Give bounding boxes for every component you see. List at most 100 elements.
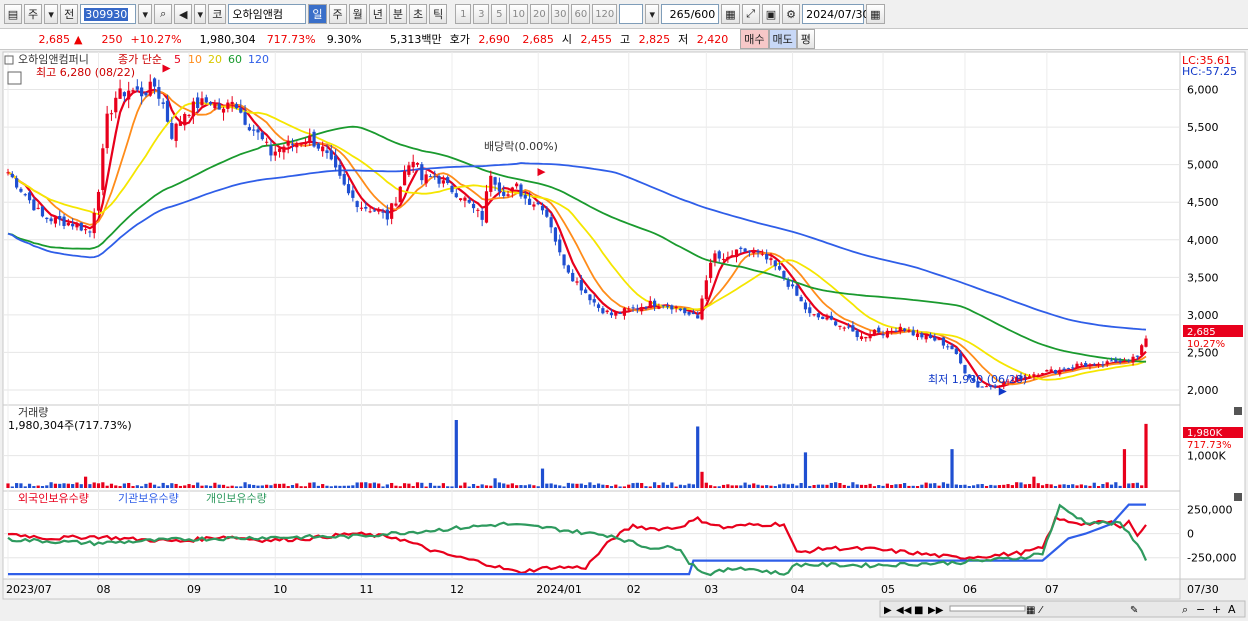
type2-select[interactable]: 전 bbox=[60, 4, 79, 24]
chart-tools-icon[interactable]: ▦ bbox=[721, 4, 740, 24]
volume-bar bbox=[618, 486, 622, 488]
candle-body bbox=[1109, 360, 1114, 362]
candle-body bbox=[321, 146, 325, 152]
max-label: 최고 6,280 (08/22) bbox=[36, 66, 135, 79]
volume-bar bbox=[752, 483, 756, 488]
minute-3-button[interactable]: 3 bbox=[473, 4, 490, 24]
volume-bar bbox=[407, 483, 411, 488]
period-week-button[interactable]: 주 bbox=[328, 4, 347, 24]
candle-body bbox=[1114, 359, 1118, 362]
custom-period-dropdown-icon[interactable]: ▾ bbox=[645, 4, 660, 24]
month-tick-label: 02 bbox=[627, 583, 641, 596]
volume-bar bbox=[928, 483, 933, 488]
candle-body bbox=[898, 326, 902, 332]
candle-body bbox=[855, 330, 859, 338]
nav-scrollbar[interactable] bbox=[949, 605, 1026, 612]
candle-body bbox=[114, 97, 118, 113]
font-icon[interactable]: A bbox=[1228, 603, 1236, 616]
volume-bar bbox=[493, 478, 497, 488]
period-minute-button[interactable]: 분 bbox=[388, 4, 407, 24]
type1-select[interactable]: 주 bbox=[24, 4, 43, 24]
candle-body bbox=[385, 209, 389, 220]
candle-body bbox=[808, 307, 812, 314]
minute-30-button[interactable]: 30 bbox=[550, 4, 570, 24]
zoom-in-icon[interactable]: + bbox=[1212, 603, 1221, 616]
volume-bar bbox=[342, 485, 346, 488]
candle-body bbox=[980, 386, 984, 388]
period-year-button[interactable]: 년 bbox=[368, 4, 387, 24]
volume-bar bbox=[58, 483, 62, 488]
period-tick-button[interactable]: 틱 bbox=[429, 4, 448, 24]
zoom-out-icon[interactable]: − bbox=[1196, 603, 1205, 616]
volume-bar bbox=[83, 476, 88, 488]
volume-bar bbox=[855, 484, 859, 488]
gear-icon[interactable]: ⚙ bbox=[782, 4, 801, 24]
candle-body bbox=[566, 265, 570, 273]
custom-period-input[interactable] bbox=[619, 4, 644, 24]
type1-dropdown-icon[interactable]: ▾ bbox=[44, 4, 59, 24]
candle-body bbox=[812, 314, 816, 316]
nav-play-icon[interactable]: ▶ bbox=[884, 605, 892, 616]
chart-type-icon[interactable]: ▤ bbox=[4, 4, 22, 24]
candle-body bbox=[433, 176, 437, 178]
speaker-dropdown-icon[interactable]: ▾ bbox=[194, 4, 207, 24]
candle-body bbox=[1066, 368, 1071, 370]
candle-body bbox=[773, 260, 777, 267]
volume-bar bbox=[364, 482, 368, 488]
candle-body bbox=[265, 141, 269, 143]
flat-button[interactable]: 평 bbox=[796, 29, 815, 49]
holding-tick-label: 0 bbox=[1187, 528, 1194, 541]
volume-bar bbox=[467, 486, 471, 488]
sell-button[interactable]: 매도 bbox=[768, 29, 797, 49]
volume-bar bbox=[614, 484, 618, 488]
legend-inst: 기관보유수량 bbox=[118, 492, 179, 505]
volume-bar bbox=[1028, 483, 1032, 488]
volume-bar bbox=[79, 484, 83, 488]
volume-bar bbox=[777, 484, 782, 488]
nav-tools-icon[interactable]: ▦ bbox=[1026, 605, 1035, 616]
volume-bar bbox=[665, 484, 670, 488]
nav-forward-icon[interactable]: ▶▶ bbox=[928, 605, 944, 616]
minute-20-button[interactable]: 20 bbox=[529, 4, 549, 24]
stock-code-input[interactable]: 309930 bbox=[80, 4, 137, 24]
volume-bar bbox=[959, 484, 963, 488]
candle-body bbox=[872, 329, 877, 336]
buy-button[interactable]: 매수 bbox=[740, 29, 769, 49]
count-input[interactable]: 265/600 bbox=[661, 4, 720, 24]
minute-10-button[interactable]: 10 bbox=[509, 4, 528, 24]
candle-body bbox=[170, 122, 174, 139]
period-second-button[interactable]: 초 bbox=[409, 4, 428, 24]
nav-stop-icon[interactable]: ■ bbox=[914, 605, 923, 616]
candle-body bbox=[308, 135, 312, 142]
volume-bar bbox=[1075, 485, 1079, 488]
volume-bar bbox=[441, 483, 445, 488]
code-dropdown-icon[interactable]: ▾ bbox=[138, 4, 153, 24]
volume-bar bbox=[187, 484, 191, 488]
candle-body bbox=[627, 308, 631, 310]
zoom-icon[interactable]: ⌕ bbox=[1182, 603, 1188, 616]
holding-close-icon[interactable] bbox=[1234, 493, 1242, 501]
period-month-button[interactable]: 월 bbox=[348, 4, 367, 24]
volume-close-icon[interactable] bbox=[1234, 407, 1242, 415]
calendar-icon[interactable]: ▦ bbox=[866, 4, 885, 24]
nav-edit-icon[interactable]: ✎ bbox=[1130, 605, 1138, 616]
volume-bar bbox=[226, 486, 230, 488]
search-icon[interactable]: ⌕ bbox=[154, 4, 173, 24]
indicator-icon[interactable]: ⤢ bbox=[741, 4, 760, 24]
speaker-icon[interactable]: ◀ bbox=[174, 4, 193, 24]
save-icon[interactable]: ▣ bbox=[761, 4, 781, 24]
volume-bar bbox=[851, 482, 855, 488]
candle-body bbox=[730, 255, 734, 257]
minute-5-button[interactable]: 5 bbox=[491, 4, 508, 24]
minute-60-button[interactable]: 60 bbox=[571, 4, 591, 24]
candle-body bbox=[506, 194, 510, 196]
volume-bar bbox=[726, 484, 730, 488]
nav-rewind-icon[interactable]: ◀◀ bbox=[896, 605, 912, 616]
minute-1-button[interactable]: 1 bbox=[455, 4, 472, 24]
period-day-button[interactable]: 일 bbox=[308, 4, 327, 24]
date-input[interactable]: 2024/07/30 bbox=[802, 4, 870, 24]
volume-bar bbox=[601, 484, 605, 488]
minute-120-button[interactable]: 120 bbox=[592, 4, 618, 24]
market-icon[interactable]: 코 bbox=[208, 4, 227, 24]
volume-bar bbox=[980, 484, 984, 488]
